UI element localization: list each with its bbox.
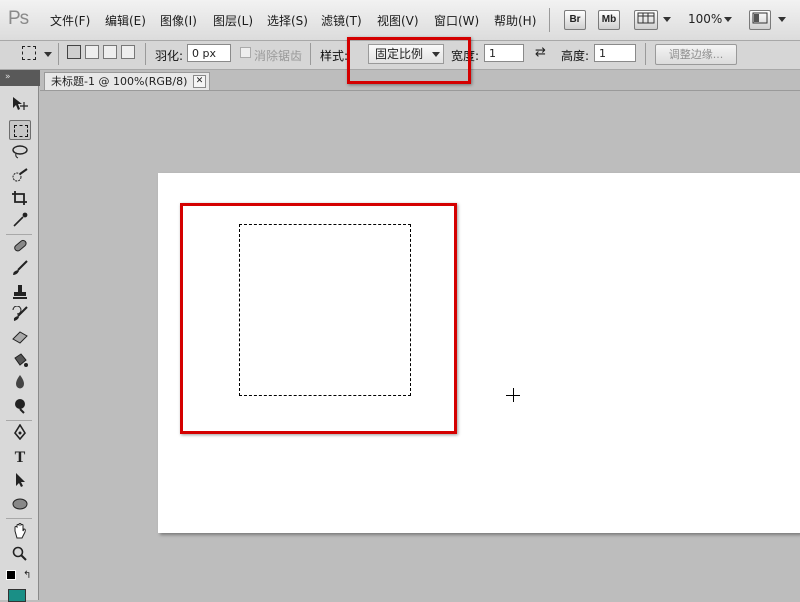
- view-extras-dropdown-icon[interactable]: [663, 17, 671, 22]
- options-separator: [645, 43, 646, 65]
- tools-panel: T ↰: [0, 86, 39, 600]
- antialias-checkbox[interactable]: [240, 47, 251, 58]
- arrange-icon: [752, 12, 768, 24]
- height-label: 高度:: [561, 49, 590, 63]
- panel-collapse-strip[interactable]: »: [0, 70, 40, 86]
- tab-bar-divider: [40, 90, 800, 91]
- blur-tool-icon[interactable]: [9, 374, 31, 394]
- menu-bar: Ps 文件(F) 编辑(E) 图像(I) 图层(L) 选择(S) 滤镜(T) 视…: [0, 0, 800, 41]
- swap-colors-icon[interactable]: ↰: [23, 570, 31, 581]
- menu-window[interactable]: 窗口(W): [434, 12, 479, 29]
- foreground-color-swatch[interactable]: [8, 589, 26, 602]
- history-brush-tool-icon[interactable]: [9, 305, 31, 326]
- toolbar-separator: [6, 518, 32, 519]
- menu-edit[interactable]: 编辑(E): [105, 12, 146, 29]
- menu-separator: [549, 8, 550, 32]
- type-tool-icon[interactable]: T: [9, 448, 31, 468]
- hand-tool-icon[interactable]: [9, 522, 31, 542]
- menu-filter[interactable]: 滤镜(T): [321, 12, 362, 29]
- height-input[interactable]: 1: [594, 44, 636, 62]
- arrange-dropdown-icon[interactable]: [778, 17, 786, 22]
- document-tab-title: 未标题-1 @ 100%(RGB/8): [51, 75, 188, 88]
- path-selection-tool-icon[interactable]: [9, 472, 31, 492]
- double-chevron-icon[interactable]: »: [5, 72, 11, 82]
- options-separator: [310, 43, 311, 65]
- ellipse-tool-icon[interactable]: [9, 496, 31, 516]
- pen-tool-icon[interactable]: [9, 423, 31, 444]
- crop-tool-icon[interactable]: [9, 190, 31, 210]
- move-tool-icon[interactable]: [9, 96, 31, 116]
- tool-preset-dropdown-icon[interactable]: [44, 52, 52, 57]
- options-separator: [145, 43, 146, 65]
- zoom-tool-icon[interactable]: [9, 546, 31, 566]
- close-icon[interactable]: ✕: [193, 75, 206, 88]
- feather-input[interactable]: 0 px: [187, 44, 231, 62]
- healing-brush-tool-icon[interactable]: [9, 238, 31, 258]
- menu-layer[interactable]: 图层(L): [213, 12, 253, 29]
- menu-view[interactable]: 视图(V): [377, 12, 419, 29]
- brush-tool-icon[interactable]: [9, 260, 31, 280]
- width-input[interactable]: 1: [484, 44, 524, 62]
- style-option-highlight: [347, 37, 471, 84]
- feather-label: 羽化:: [155, 49, 184, 63]
- antialias-label: 消除锯齿: [254, 49, 303, 63]
- add-to-selection-icon[interactable]: [85, 45, 99, 59]
- bridge-button[interactable]: Br: [564, 10, 586, 30]
- new-selection-icon[interactable]: [67, 45, 81, 59]
- menu-file[interactable]: 文件(F): [50, 12, 90, 29]
- document-tab[interactable]: 未标题-1 @ 100%(RGB/8): [44, 72, 210, 90]
- toolbar-separator: [6, 234, 32, 235]
- subtract-from-selection-icon[interactable]: [103, 45, 117, 59]
- quick-selection-tool-icon[interactable]: [9, 168, 31, 188]
- clone-stamp-tool-icon[interactable]: [9, 284, 31, 304]
- selection-highlight: [180, 203, 457, 434]
- crosshair-cursor-icon: [513, 388, 514, 402]
- refine-edge-button[interactable]: 调整边缘...: [655, 44, 737, 65]
- intersect-selection-icon[interactable]: [121, 45, 135, 59]
- zoom-dropdown-icon[interactable]: [724, 17, 732, 22]
- view-extras-button[interactable]: [634, 10, 658, 30]
- lasso-tool-icon[interactable]: [9, 144, 31, 164]
- default-colors-icon[interactable]: [6, 570, 16, 580]
- eraser-tool-icon[interactable]: [9, 328, 31, 348]
- rect-marquee-preset-icon[interactable]: [22, 46, 36, 60]
- photoshop-logo: Ps: [8, 8, 29, 29]
- toolbar-separator: [6, 420, 32, 421]
- zoom-level[interactable]: 100%: [688, 12, 722, 26]
- paint-bucket-tool-icon[interactable]: [9, 352, 31, 372]
- menu-select[interactable]: 选择(S): [267, 12, 308, 29]
- rectangular-marquee-tool-icon[interactable]: [9, 120, 31, 140]
- mini-bridge-button[interactable]: Mb: [598, 10, 620, 30]
- arrange-documents-button[interactable]: [749, 10, 771, 30]
- eyedropper-tool-icon[interactable]: [9, 212, 31, 232]
- grid-icon: [637, 12, 655, 24]
- swap-width-height-icon[interactable]: ⇄: [535, 45, 546, 60]
- menu-help[interactable]: 帮助(H): [494, 12, 536, 29]
- menu-image[interactable]: 图像(I): [160, 12, 197, 29]
- options-separator: [58, 43, 59, 65]
- style-label: 样式:: [320, 49, 349, 63]
- dodge-tool-icon[interactable]: [9, 398, 31, 418]
